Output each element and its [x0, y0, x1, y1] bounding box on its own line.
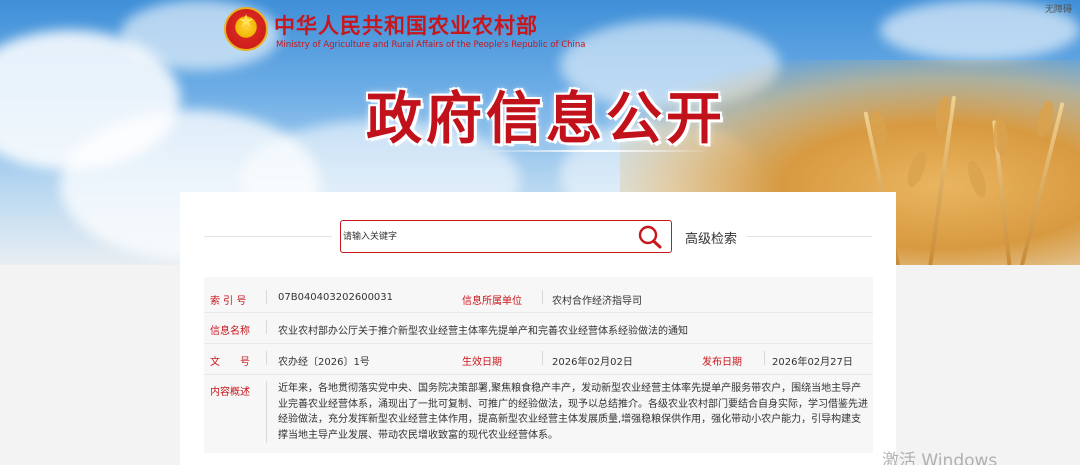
effective-date-value: 2026年02月02日	[552, 357, 633, 368]
title-underline	[480, 150, 710, 152]
ministry-name-en: Ministry of Agriculture and Rural Affair…	[276, 40, 586, 50]
owning-unit-label: 信息所属单位	[462, 296, 522, 307]
divider	[266, 320, 267, 334]
page-banner-title: 政府信息公开	[366, 87, 726, 152]
divider	[764, 351, 765, 365]
publish-date-value: 2026年02月27日	[772, 357, 853, 368]
windows-activation-watermark: 激活 Windows	[882, 451, 998, 465]
search-divider-right	[746, 236, 872, 237]
effective-date-label: 生效日期	[462, 357, 502, 368]
index-number-label: 索 引 号	[210, 296, 247, 307]
summary-text: 近年来，各地贯彻落实党中央、国务院决策部署,聚焦粮食稳产丰产，发动新型农业经营主…	[278, 383, 868, 441]
info-name-label: 信息名称	[210, 326, 250, 337]
publish-date-label: 发布日期	[702, 357, 742, 368]
divider	[542, 351, 543, 365]
owning-unit-value: 农村合作经济指导司	[552, 296, 642, 307]
info-name-value: 农业农村部办公厅关于推介新型农业经营主体率先提单产和完善农业经营体系经验做法的通…	[278, 326, 688, 337]
info-table: 索 引 号 07B040403202600031 信息所属单位 农村合作经济指导…	[204, 277, 873, 453]
search-input[interactable]	[341, 221, 631, 252]
ministry-name-cn[interactable]: 中华人民共和国农业农村部	[274, 10, 538, 40]
search-icon[interactable]	[637, 225, 663, 249]
document-number-value: 农办经〔2026〕1号	[278, 357, 370, 368]
row-divider	[204, 374, 873, 375]
document-number-label: 文 号	[210, 357, 250, 368]
row-divider	[204, 343, 873, 344]
national-emblem-icon[interactable]: ★	[224, 7, 268, 51]
search-box	[340, 220, 672, 253]
search-divider-left	[204, 236, 332, 237]
summary-label: 内容概述	[210, 387, 250, 398]
divider	[266, 290, 267, 304]
accessibility-link[interactable]: 无障碍	[1045, 2, 1072, 15]
divider	[266, 381, 267, 443]
divider	[542, 290, 543, 304]
index-number-value: 07B040403202600031	[278, 292, 394, 303]
divider	[266, 351, 267, 365]
advanced-search-link[interactable]: 高级检索	[685, 228, 737, 247]
row-divider	[204, 312, 873, 313]
